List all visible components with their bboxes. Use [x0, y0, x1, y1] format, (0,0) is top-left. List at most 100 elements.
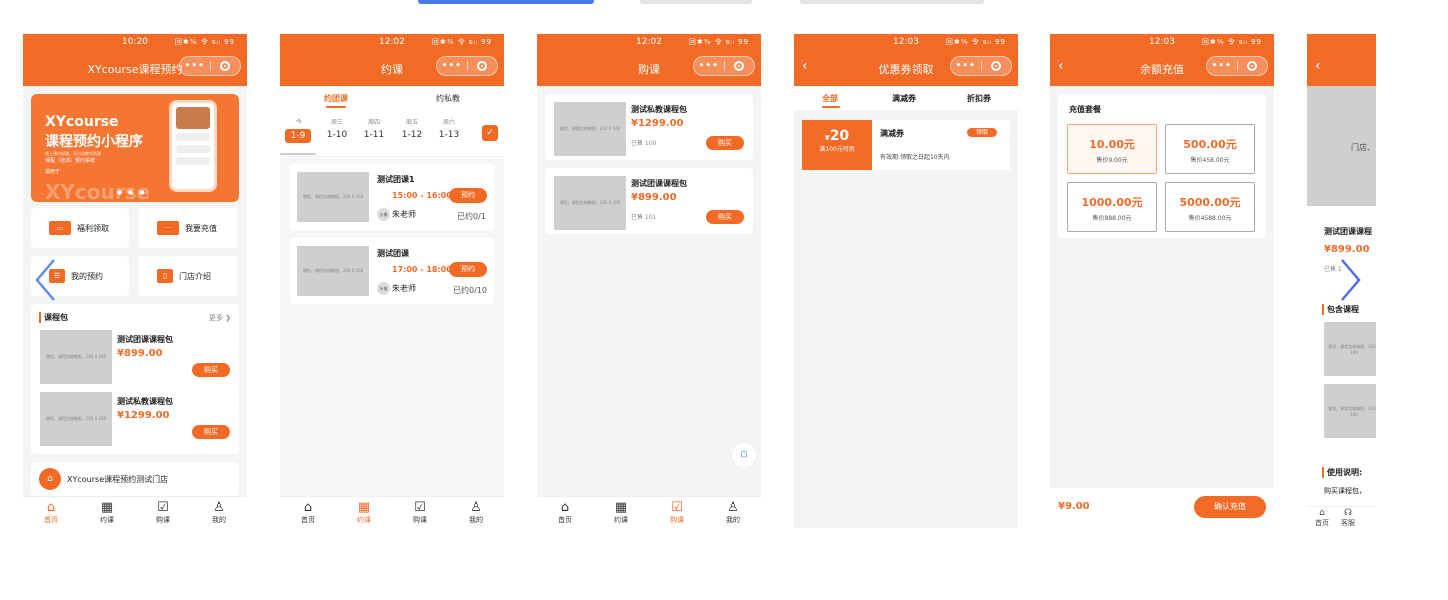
close-icon[interactable]	[725, 61, 755, 71]
gallery-indicator-active[interactable]	[418, 0, 594, 4]
teacher: 头像 朱老师	[377, 208, 416, 221]
carousel-dots[interactable]: ● ● ●	[117, 189, 147, 196]
class-time: 17:00 - 18:00	[392, 265, 452, 274]
class-card[interactable]: 课程，课程包缩略图，240 X 160 测试团课 17:00 - 18:00 预…	[290, 238, 494, 304]
mini-program-capsule[interactable]: •••	[950, 56, 1012, 76]
teacher-name: 朱老师	[392, 210, 416, 219]
quick-recharge-button[interactable]: ··· 我要充值	[139, 208, 237, 248]
footer-home[interactable]: ⌂ 首页	[1315, 508, 1329, 528]
package-price: ¥899.00	[1324, 244, 1370, 255]
package-thumbnail[interactable]: 课程，课程包缩略图，240 X 160	[40, 330, 112, 384]
more-icon[interactable]: •••	[1207, 61, 1237, 71]
promo-banner[interactable]: XYcourse 课程预约小程序 线上预约授课，不占用教学资源 课程（培训）预约…	[31, 94, 239, 202]
package-card[interactable]: 课程，课程包缩略图，240 X 160 测试团课课程包 ¥899.00 已售 1…	[545, 168, 753, 234]
mini-program-capsule[interactable]: •••	[179, 56, 241, 76]
tab-label: 首页	[301, 516, 315, 524]
nav-bar: ‹	[1307, 50, 1376, 86]
buy-button[interactable]: 购买	[706, 210, 744, 224]
status-icons: 回✱⅜ 令 ᵴᵢₗ 99	[174, 38, 235, 46]
status-bar: 12:02 回✱⅜ 令 ᵴᵢₗ 99	[537, 34, 761, 50]
tab-home[interactable]: ⌂ 首页	[537, 497, 593, 528]
coupon-card[interactable]: ¥20 满100元可用 满减券 有效期:领取之日起10天内 领取	[802, 120, 1010, 170]
booked-count: 已约0/10	[453, 286, 487, 295]
banner-applies: 适用于	[45, 169, 61, 175]
tab-bar: ⌂ 首页 ▦ 约课 ☑ 购课 ♙ 我的	[280, 496, 504, 528]
confirm-recharge-button[interactable]: 确认充值	[1194, 496, 1266, 518]
phone-schedule: 12:02 回✱⅜ 令 ᵴᵢₗ 99 约课 ••• 约团课 约私教 今 1-9 周…	[280, 34, 504, 528]
tab-discount-amount[interactable]: 满减券	[892, 93, 916, 104]
tab-buy[interactable]: ☑ 购课	[135, 497, 191, 528]
close-icon[interactable]	[211, 61, 241, 71]
nav-bar: ‹ 余额充值 •••	[1050, 50, 1274, 86]
recharge-option-selected[interactable]: 10.00元 售价9.00元	[1067, 124, 1157, 174]
tab-mine[interactable]: ♙ 我的	[191, 497, 247, 528]
tab-home[interactable]: ⌂ 首页	[23, 497, 79, 528]
class-card[interactable]: 课程，课程包缩略图，240 X 160 测试团课1 15:00 - 16:00 …	[290, 164, 494, 230]
mini-program-capsule[interactable]: •••	[693, 56, 755, 76]
more-icon[interactable]: •••	[180, 61, 210, 71]
recharge-amount: 10.00元	[1089, 138, 1135, 151]
tab-book[interactable]: ▦ 约课	[79, 497, 135, 528]
quick-store-intro-button[interactable]: ▯ 门店介绍	[139, 256, 237, 296]
calendar-icon[interactable]: ✓	[482, 125, 498, 141]
tab-home[interactable]: ⌂ 首页	[280, 497, 336, 528]
class-time: 15:00 - 16:00	[392, 191, 452, 200]
carousel-prev-icon[interactable]	[34, 258, 56, 302]
tab-buy[interactable]: ☑ 购课	[392, 497, 448, 528]
more-icon[interactable]: •••	[951, 61, 981, 71]
mini-program-capsule[interactable]: •••	[436, 56, 498, 76]
booked-count: 已约0/1	[457, 212, 486, 221]
package-price: ¥1299.00	[631, 118, 684, 129]
carousel-next-icon[interactable]	[1340, 258, 1362, 302]
date-chip[interactable]: 1-11	[358, 130, 390, 140]
buy-button[interactable]: 购买	[192, 425, 230, 439]
card-icon: ···	[157, 221, 179, 235]
buy-button[interactable]: 购买	[706, 136, 744, 150]
gallery-indicator[interactable]	[800, 0, 984, 4]
more-icon[interactable]: •••	[437, 61, 467, 71]
tab-mine[interactable]: ♙ 我的	[448, 497, 504, 528]
package-name: 测试私教课程包	[631, 105, 687, 114]
teacher-name: 朱老师	[392, 284, 416, 293]
close-icon[interactable]	[982, 61, 1012, 71]
more-icon[interactable]: •••	[694, 61, 724, 71]
mini-program-capsule[interactable]: •••	[1206, 56, 1268, 76]
tab-book[interactable]: ▦ 约课	[593, 497, 649, 528]
recharge-option[interactable]: 500.00元 售价458.00元	[1165, 124, 1255, 174]
buy-button[interactable]: 购买	[192, 363, 230, 377]
more-link[interactable]: 更多 ❯	[209, 313, 231, 323]
more-label: 更多	[208, 314, 223, 322]
quick-welfare-button[interactable]: ▭ 福利领取	[31, 208, 129, 248]
book-button[interactable]: 预约	[449, 262, 487, 277]
tab-discount-rate[interactable]: 折扣券	[967, 93, 991, 104]
section-title: 包含课程	[1322, 304, 1359, 315]
tab-label: 首页	[44, 516, 58, 524]
course-thumbnail[interactable]: 课程，课程包缩略图，240 X 160	[1324, 384, 1376, 438]
close-icon[interactable]	[1238, 61, 1268, 71]
recharge-option[interactable]: 5000.00元 售价4588.00元	[1165, 182, 1255, 232]
tab-all[interactable]: 全部	[822, 93, 838, 104]
package-card[interactable]: 课程，课程包缩略图，240 X 160 测试私教课程包 ¥1299.00 已售 …	[545, 94, 753, 160]
date-chip[interactable]: 1-10	[321, 130, 353, 140]
footer-service[interactable]: ☊ 客服	[1341, 508, 1355, 528]
close-icon[interactable]	[468, 61, 498, 71]
course-thumbnail[interactable]: 课程，课程包缩略图，240 X 160	[1324, 322, 1376, 376]
store-card[interactable]: ⌂ XYcourse课程预约测试门店	[31, 462, 239, 496]
nav-bar: XYcourse课程预约 •••	[23, 50, 247, 86]
recharge-option[interactable]: 1000.00元 售价888.00元	[1067, 182, 1157, 232]
package-thumbnail[interactable]: 课程，课程包缩略图，240 X 160	[40, 392, 112, 446]
tab-mine[interactable]: ♙ 我的	[705, 497, 761, 528]
date-chip-selected[interactable]: 1-9	[285, 129, 311, 143]
back-icon[interactable]: ‹	[1315, 58, 1321, 74]
tab-book[interactable]: ▦ 约课	[336, 497, 392, 528]
tab-group-class[interactable]: 约团课	[324, 93, 348, 104]
book-button[interactable]: 预约	[449, 188, 487, 203]
date-chip[interactable]: 1-13	[433, 130, 465, 140]
claim-button[interactable]: 领取	[967, 128, 997, 137]
scroll-indicator	[280, 153, 316, 155]
tab-buy[interactable]: ☑ 购课	[649, 497, 705, 528]
tab-private-class[interactable]: 约私教	[436, 93, 460, 104]
scan-icon[interactable]: ⊡	[731, 442, 757, 468]
gallery-indicator[interactable]	[640, 0, 752, 4]
date-chip[interactable]: 1-12	[396, 130, 428, 140]
